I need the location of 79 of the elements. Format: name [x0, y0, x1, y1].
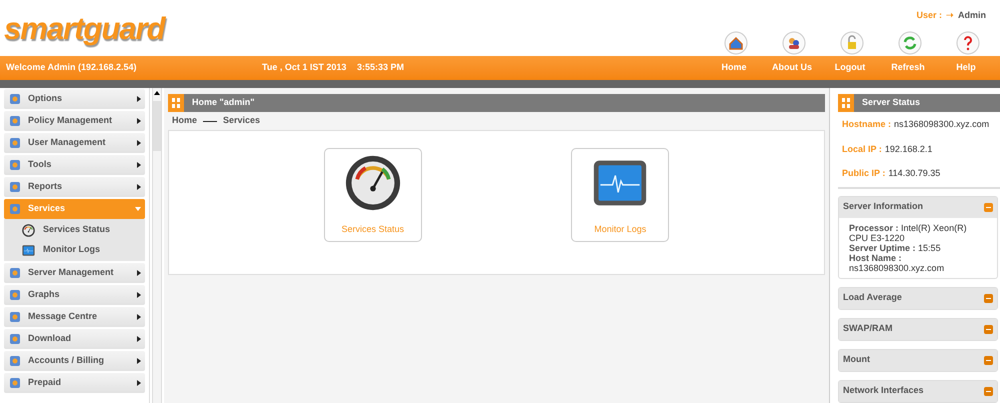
user-name: Admin: [958, 9, 986, 22]
gauge-icon: [22, 224, 35, 236]
people-icon[interactable]: [782, 30, 806, 54]
accordion-header[interactable]: Server Information: [839, 196, 997, 218]
info-line: Host Name : ns1368098300.xyz.com: [849, 252, 946, 272]
time-text: 3:55:33 PM: [357, 61, 404, 74]
sidebar-item[interactable]: Graphs: [4, 285, 145, 305]
refresh-icon[interactable]: [898, 30, 922, 54]
user-label: User :: [916, 9, 942, 22]
accordion-header[interactable]: Network Interfaces: [839, 380, 997, 402]
sidebar-item[interactable]: Download: [4, 329, 145, 349]
fact-value: ns1368098300.xyz.com: [894, 118, 990, 131]
date-text: Tue , Oct 1 IST 2013: [262, 61, 348, 74]
caret-right-icon: [137, 292, 141, 298]
sidebar-item[interactable]: Message Centre: [4, 307, 145, 327]
sidebar-item[interactable]: Prepaid: [4, 373, 145, 393]
welcome-text: Welcome Admin (192.168.2.54): [6, 61, 138, 74]
fact-label: Hostname :: [842, 118, 892, 131]
expand-icon: [984, 324, 993, 334]
accordion-header[interactable]: Mount: [839, 350, 997, 370]
monitor-icon: [22, 244, 35, 256]
menu-item-icon: [8, 114, 22, 128]
caret-right-icon: [137, 118, 141, 124]
gauge-icon: [344, 155, 401, 211]
menu-item-icon: [8, 354, 22, 368]
menu-item-icon: [8, 180, 22, 194]
sidebar-item[interactable]: Reports: [4, 177, 145, 197]
menu-item-icon: [8, 376, 22, 390]
scrollbar[interactable]: [152, 88, 162, 403]
menu-item-icon: [8, 92, 22, 106]
menu-item-icon: [8, 266, 22, 280]
grid-icon: [838, 94, 854, 112]
caret-right-icon: [137, 314, 141, 320]
sidebar-item[interactable]: Accounts / Billing: [4, 351, 145, 371]
sidebar-item[interactable]: Options: [4, 89, 145, 109]
expand-icon: [984, 386, 993, 396]
submenu-item[interactable]: Monitor Logs: [4, 240, 145, 260]
fact-value: 114.30.79.35: [888, 167, 940, 180]
fact-value: 192.168.2.1: [884, 142, 932, 156]
info-line: Processor : Intel(R) Xeon(R) CPU E3-1220: [849, 222, 968, 242]
expand-icon: [984, 294, 993, 302]
menu-item-icon: [8, 136, 22, 150]
logo: smartguard: [4, 10, 165, 48]
caret-right-icon: [137, 162, 141, 168]
fact-label: Local IP :: [842, 142, 882, 156]
expand-icon: [984, 356, 993, 364]
caret-right-icon: [137, 336, 141, 342]
caret-right-icon: [137, 96, 141, 102]
breadcrumb-arrow-icon: [203, 120, 218, 124]
panel-title: Server Status: [862, 96, 920, 110]
collapse-icon: [984, 202, 993, 212]
accordion-header[interactable]: Load Average: [839, 288, 997, 308]
grid-icon: [168, 94, 184, 112]
caret-right-icon: [137, 380, 141, 386]
padlock-icon[interactable]: [840, 30, 864, 54]
sidebar-item[interactable]: Tools: [4, 155, 145, 175]
help-icon[interactable]: [956, 30, 980, 54]
caret-right-icon: [137, 140, 141, 146]
caret-down-icon: [135, 207, 141, 211]
accordion-header[interactable]: SWAP/RAM: [839, 318, 997, 340]
sidebar-item[interactable]: User Management: [4, 133, 145, 153]
arrow-glyph: ➝: [946, 9, 954, 22]
menu-item-icon: [8, 202, 22, 216]
caret-right-icon: [137, 184, 141, 190]
submenu-item[interactable]: Services Status: [4, 220, 145, 240]
sidebar-item[interactable]: Policy Management: [4, 111, 145, 131]
caret-right-icon: [137, 358, 141, 364]
menu-item-icon: [8, 288, 22, 302]
breadcrumb-link[interactable]: Services: [223, 114, 260, 128]
caret-right-icon: [137, 270, 141, 276]
sidebar-item[interactable]: Server Management: [4, 263, 145, 283]
menu-item-icon: [8, 310, 22, 324]
house-icon[interactable]: [724, 30, 748, 54]
breadcrumb-link[interactable]: Home: [172, 114, 198, 128]
menu-item-icon: [8, 158, 22, 172]
menu-item-icon: [8, 332, 22, 346]
panel-title: Home "admin": [192, 96, 255, 110]
info-line: Server Uptime : 15:55: [849, 242, 942, 252]
fact-label: Public IP :: [842, 167, 886, 180]
